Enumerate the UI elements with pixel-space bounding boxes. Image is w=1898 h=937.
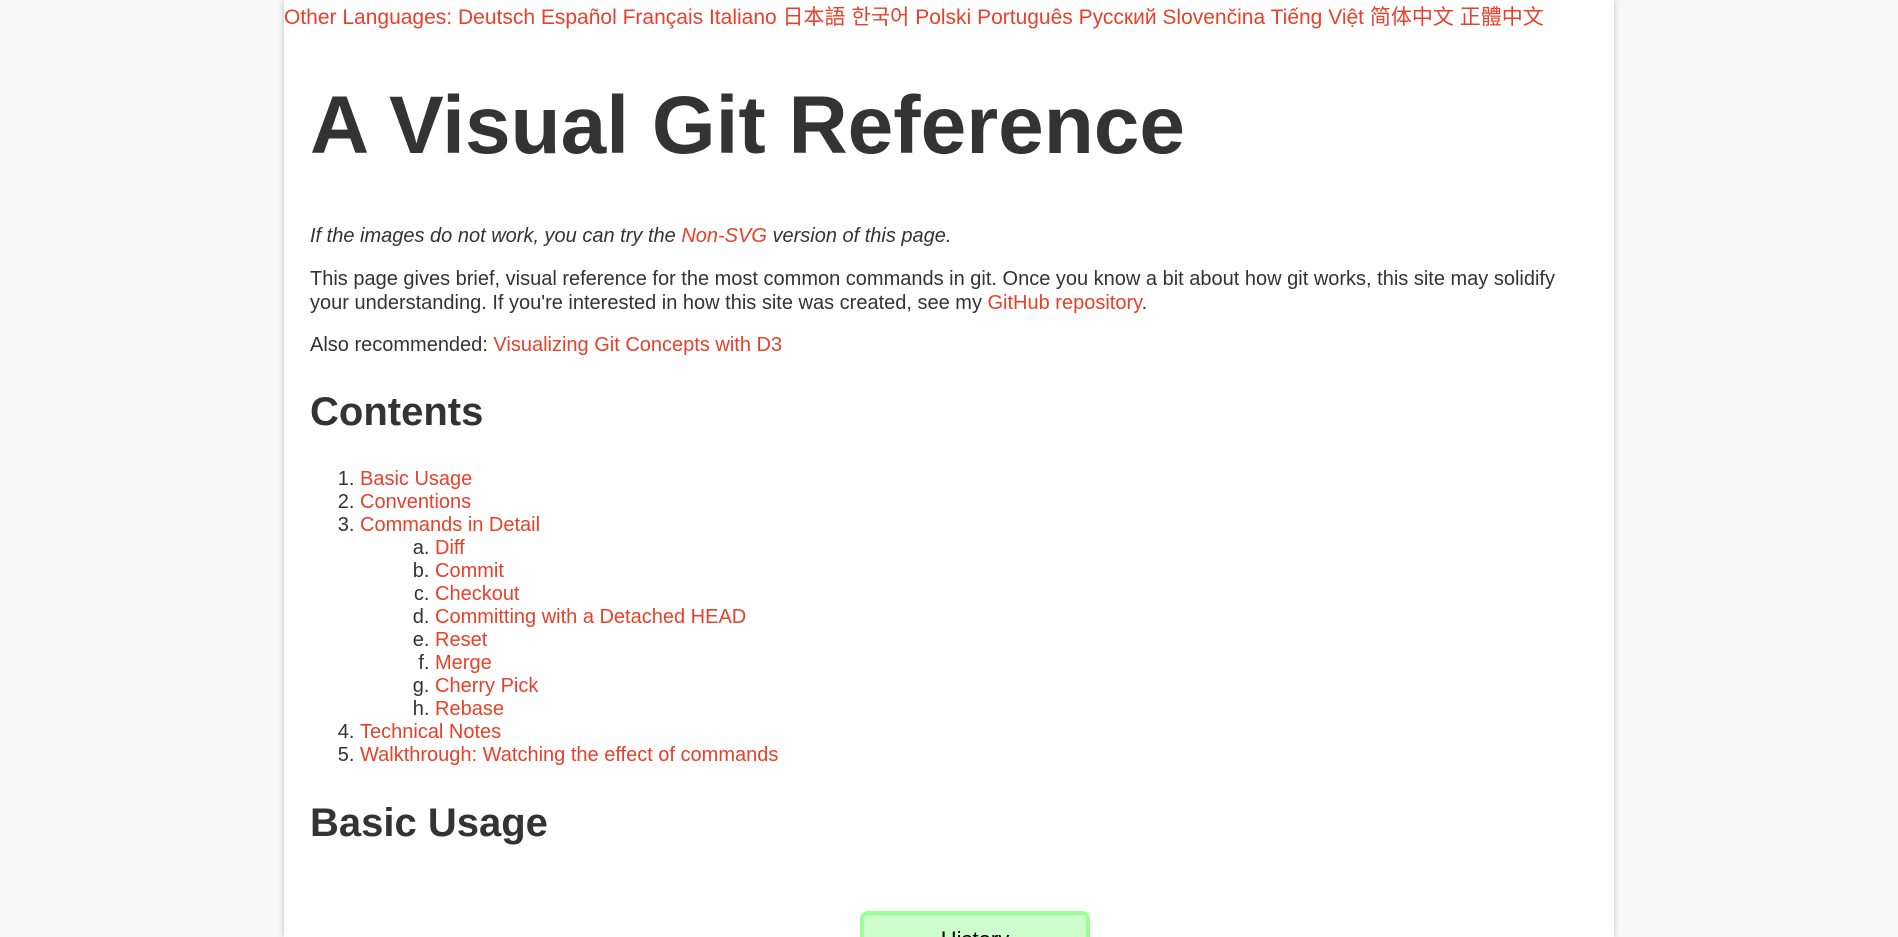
page-container: Other Languages: Deutsch Español Françai… xyxy=(284,0,1614,937)
toc-link-commit[interactable]: Commit xyxy=(435,560,504,582)
toc-link-conventions[interactable]: Conventions xyxy=(360,491,471,513)
non-svg-link[interactable]: Non-SVG xyxy=(681,225,767,247)
intro-paragraph: This page gives brief, visual reference … xyxy=(310,267,1580,315)
toc-subitem: Rebase xyxy=(435,698,778,721)
lang-link-deutsch[interactable]: Deutsch xyxy=(458,6,535,29)
other-languages-label: Other Languages: xyxy=(284,6,453,29)
history-diagram-box: History xyxy=(860,911,1090,937)
toc-item: Walkthrough: Watching the effect of comm… xyxy=(360,744,778,767)
also-recommended-label: Also recommended: xyxy=(310,334,494,356)
d3-visualizing-link[interactable]: Visualizing Git Concepts with D3 xyxy=(493,334,782,356)
toc-subitem: Cherry Pick xyxy=(435,675,778,698)
toc-link-technical-notes[interactable]: Technical Notes xyxy=(360,721,501,743)
github-repository-link[interactable]: GitHub repository xyxy=(988,292,1142,314)
toc-link-walkthrough[interactable]: Walkthrough: Watching the effect of comm… xyxy=(360,744,778,766)
toc-link-merge[interactable]: Merge xyxy=(435,652,492,674)
other-languages-bar: Other Languages: Deutsch Español Françai… xyxy=(284,4,1544,32)
svg-note: If the images do not work, you can try t… xyxy=(310,224,951,248)
intro-text: This page gives brief, visual reference … xyxy=(310,268,1555,314)
toc-link-rebase[interactable]: Rebase xyxy=(435,698,504,720)
lang-link-korean[interactable]: 한국어 xyxy=(851,6,909,29)
lang-link-italiano[interactable]: Italiano xyxy=(709,6,777,29)
toc-link-diff[interactable]: Diff xyxy=(435,537,465,559)
basic-usage-heading: Basic Usage xyxy=(310,801,548,845)
toc-subitem: Diff xyxy=(435,537,778,560)
toc-link-checkout[interactable]: Checkout xyxy=(435,583,520,605)
intro-end: . xyxy=(1141,292,1148,314)
table-of-contents: Basic Usage Conventions Commands in Deta… xyxy=(310,468,778,767)
lang-link-polski[interactable]: Polski xyxy=(915,6,971,29)
also-recommended: Also recommended: Visualizing Git Concep… xyxy=(310,333,782,357)
lang-link-japanese[interactable]: 日本語 xyxy=(783,6,846,29)
lang-link-traditional-chinese[interactable]: 正體中文 xyxy=(1460,6,1544,29)
toc-item: Basic Usage xyxy=(360,468,778,491)
toc-subitem: Merge xyxy=(435,652,778,675)
contents-heading: Contents xyxy=(310,390,484,434)
toc-item: Conventions xyxy=(360,491,778,514)
toc-subitem: Commit xyxy=(435,560,778,583)
toc-link-detached-head[interactable]: Committing with a Detached HEAD xyxy=(435,606,746,628)
toc-subitem: Checkout xyxy=(435,583,778,606)
toc-item: Commands in Detail Diff Commit Checkout … xyxy=(360,514,778,721)
lang-link-russian[interactable]: Русский xyxy=(1079,6,1157,29)
lang-link-simplified-chinese[interactable]: 简体中文 xyxy=(1370,6,1454,29)
svg-note-after: version of this page. xyxy=(766,225,952,247)
svg-note-before: If the images do not work, you can try t… xyxy=(310,225,682,247)
lang-link-francais[interactable]: Français xyxy=(623,6,704,29)
toc-link-reset[interactable]: Reset xyxy=(435,629,487,651)
toc-link-commands-in-detail[interactable]: Commands in Detail xyxy=(360,514,540,536)
lang-link-slovencina[interactable]: Slovenčina xyxy=(1162,6,1265,29)
lang-link-portugues[interactable]: Português xyxy=(977,6,1073,29)
toc-link-basic-usage[interactable]: Basic Usage xyxy=(360,468,472,490)
toc-item: Technical Notes xyxy=(360,721,778,744)
page-title: A Visual Git Reference xyxy=(310,80,1186,171)
lang-link-vietnamese[interactable]: Tiếng Việt xyxy=(1271,6,1364,29)
toc-sublist: Diff Commit Checkout Committing with a D… xyxy=(360,537,778,721)
lang-link-espanol[interactable]: Español xyxy=(541,6,617,29)
toc-subitem: Reset xyxy=(435,629,778,652)
toc-link-cherry-pick[interactable]: Cherry Pick xyxy=(435,675,538,697)
toc-subitem: Committing with a Detached HEAD xyxy=(435,606,778,629)
